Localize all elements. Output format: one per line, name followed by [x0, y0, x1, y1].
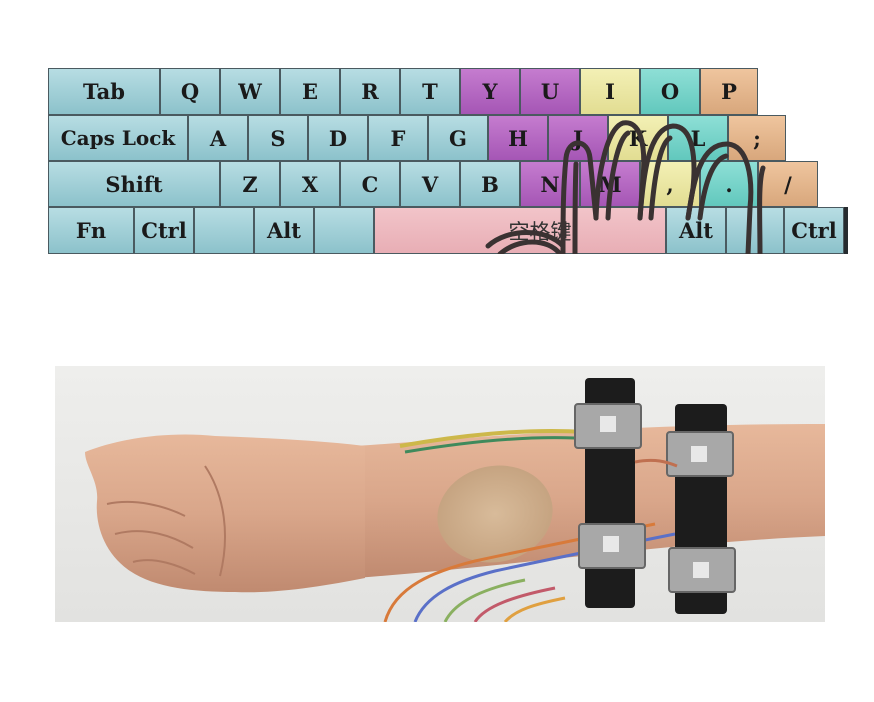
- key-caps-lock: Caps Lock: [48, 115, 188, 161]
- key-period: .: [700, 161, 758, 207]
- key-o: O: [640, 68, 700, 115]
- fist: [85, 434, 365, 593]
- key-h: H: [488, 115, 548, 161]
- key-ctrl-left: Ctrl: [134, 207, 194, 254]
- key-ctrl-right: Ctrl: [784, 207, 844, 254]
- key-space: 空格键: [374, 207, 666, 254]
- key-x: X: [280, 161, 340, 207]
- key-blank-right: [726, 207, 784, 254]
- key-tab: Tab: [48, 68, 160, 115]
- keyboard-illustration: Tab Q W E R T Y U I O P Caps Lock A S D …: [48, 68, 848, 254]
- key-comma: ,: [640, 161, 700, 207]
- key-v: V: [400, 161, 460, 207]
- key-fn: Fn: [48, 207, 134, 254]
- key-k: K: [608, 115, 668, 161]
- sensor-band-1: [574, 378, 646, 608]
- key-p: P: [700, 68, 758, 115]
- key-m: M: [580, 161, 640, 207]
- key-semicolon: ;: [728, 115, 786, 161]
- key-l: L: [668, 115, 728, 161]
- key-t: T: [400, 68, 460, 115]
- key-c: C: [340, 161, 400, 207]
- key-alt-right: Alt: [666, 207, 726, 254]
- key-a: A: [188, 115, 248, 161]
- key-alt-left: Alt: [254, 207, 314, 254]
- key-e: E: [280, 68, 340, 115]
- key-d: D: [308, 115, 368, 161]
- forearm-sensor-photo: [55, 366, 825, 624]
- key-z: Z: [220, 161, 280, 207]
- key-n: N: [520, 161, 580, 207]
- key-s: S: [248, 115, 308, 161]
- sensor-band-2: [666, 404, 736, 614]
- key-blank-left: [314, 207, 374, 254]
- forearm-sensor-illustration: [55, 366, 825, 624]
- key-g: G: [428, 115, 488, 161]
- keyboard-edge: [844, 207, 848, 254]
- key-w: W: [220, 68, 280, 115]
- key-slash: /: [758, 161, 818, 207]
- key-y: Y: [460, 68, 520, 115]
- key-u: U: [520, 68, 580, 115]
- key-i: I: [580, 68, 640, 115]
- key-b: B: [460, 161, 520, 207]
- key-win-left: [194, 207, 254, 254]
- key-f: F: [368, 115, 428, 161]
- key-q: Q: [160, 68, 220, 115]
- key-shift: Shift: [48, 161, 220, 207]
- key-r: R: [340, 68, 400, 115]
- key-j: J: [548, 115, 608, 161]
